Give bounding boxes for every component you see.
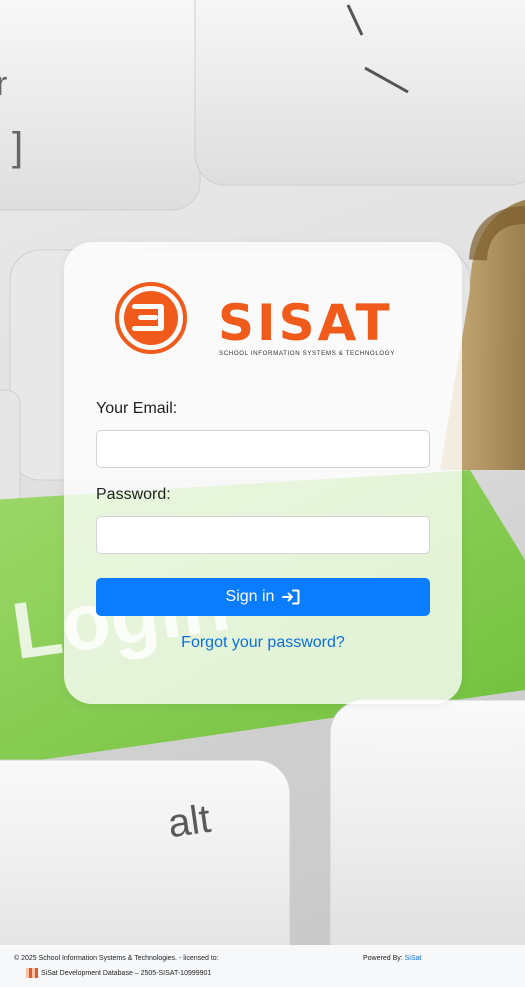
login-card: SISAT SCHOOL INFORMATION SYSTEMS & TECHN… (64, 242, 462, 704)
powered-by-label: Powered By: (363, 955, 403, 962)
email-input[interactable] (96, 430, 430, 468)
brand-name: SISAT (218, 294, 393, 352)
brand-tagline: SCHOOL INFORMATION SYSTEMS & TECHNOLOGY (219, 350, 395, 357)
forgot-password-link[interactable]: Forgot your password? (64, 634, 462, 652)
sisat-logo: SISAT SCHOOL INFORMATION SYSTEMS & TECHN… (114, 280, 414, 360)
svg-text:]: ] (12, 125, 23, 169)
license-text: SiSat Development Database – 2505-SISAT-… (41, 969, 212, 977)
footer-license: SiSat Development Database – 2505-SISAT-… (26, 968, 211, 978)
sign-in-button[interactable]: Sign in (96, 578, 430, 616)
alt-key-label: alt (165, 797, 213, 846)
email-label: Your Email: (96, 400, 178, 417)
password-input[interactable] (96, 516, 430, 554)
page-footer: © 2025 School Information Systems & Tech… (0, 945, 525, 987)
svg-text:r: r (0, 65, 7, 103)
footer-powered-by: Powered By: SiSat (363, 955, 421, 962)
sisat-logo-mark: SISAT SCHOOL INFORMATION SYSTEMS & TECHN… (115, 282, 395, 357)
powered-by-link[interactable]: SiSat (405, 955, 422, 962)
password-label: Password: (96, 486, 171, 503)
sign-in-label: Sign in (225, 588, 275, 605)
flag-icon (26, 968, 38, 978)
sign-in-arrow-icon (282, 589, 300, 605)
footer-copyright: © 2025 School Information Systems & Tech… (14, 955, 219, 962)
